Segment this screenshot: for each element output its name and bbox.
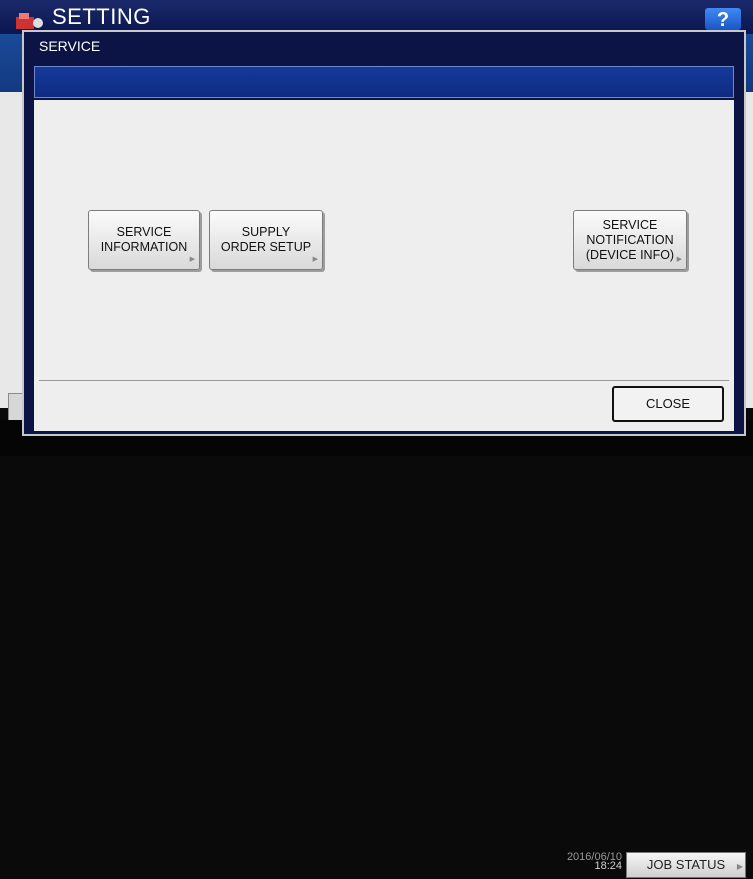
service-notification-label: SERVICE NOTIFICATION (DEVICE INFO) — [585, 217, 675, 262]
job-status-arrow-icon: ▶ — [736, 862, 743, 871]
dialog-body: SERVICE INFORMATION ▶ SUPPLY ORDER SETUP… — [34, 100, 734, 431]
dialog-title: SERVICE — [39, 38, 101, 54]
arrow-icon: ▶ — [676, 256, 682, 263]
supply-order-setup-label: SUPPLY ORDER SETUP — [220, 225, 312, 254]
service-information-button[interactable]: SERVICE INFORMATION ▶ — [88, 210, 200, 270]
clock-time: 18:24 — [594, 860, 622, 872]
arrow-icon: ▶ — [189, 256, 195, 263]
help-button[interactable]: ? — [705, 8, 741, 31]
dialog-header-bar — [34, 66, 734, 98]
service-information-label: SERVICE INFORMATION — [100, 225, 188, 254]
supply-order-setup-button[interactable]: SUPPLY ORDER SETUP ▶ — [209, 210, 323, 270]
service-dialog: SERVICE SERVICE INFORMATION ▶ SUPPLY ORD… — [22, 30, 746, 436]
service-notification-button[interactable]: SERVICE NOTIFICATION (DEVICE INFO) ▶ — [573, 210, 687, 270]
job-status-label: JOB STATUS — [646, 857, 726, 872]
arrow-icon: ▶ — [312, 256, 318, 263]
clock: 2016/06/10 18:24 — [548, 852, 622, 874]
setting-icon — [16, 13, 43, 29]
background-app-title: SETTING — [52, 4, 151, 29]
divider — [39, 380, 729, 381]
close-button[interactable]: CLOSE — [612, 386, 724, 422]
background-title-bar: SETTING ? — [0, 0, 753, 34]
job-status-button[interactable]: JOB STATUS ▶ — [626, 852, 746, 878]
